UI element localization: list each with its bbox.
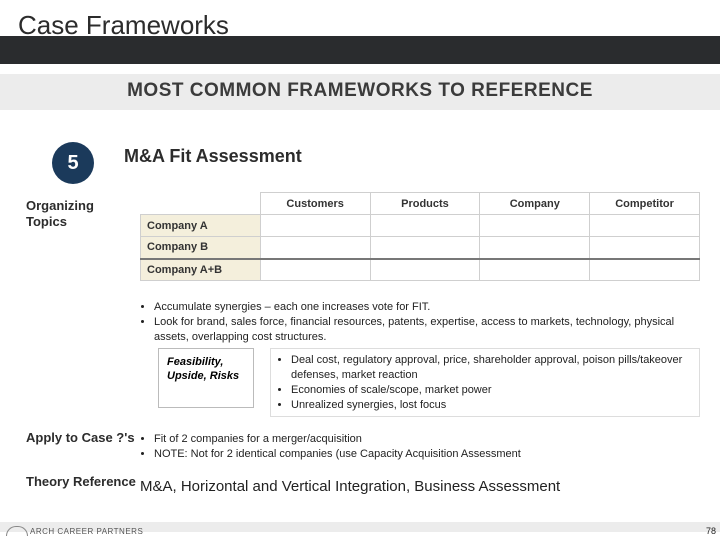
matrix-blank-corner — [141, 193, 261, 215]
logo-text: ARCH CAREER PARTNERS — [30, 527, 143, 536]
feasibility-box: Feasibility, Upside, Risks — [158, 348, 254, 408]
list-item: Unrealized synergies, lost focus — [291, 398, 693, 413]
page-number: 78 — [706, 526, 716, 536]
list-item: Fit of 2 companies for a merger/acquisit… — [154, 432, 700, 447]
row-company-a: Company A — [141, 215, 261, 237]
title-bar: Case Frameworks — [0, 0, 720, 64]
col-products: Products — [370, 193, 480, 215]
list-item: Economies of scale/scope, market power — [291, 383, 693, 398]
list-item: Accumulate synergies – each one increase… — [154, 300, 700, 315]
synergy-bullets: Accumulate synergies – each one increase… — [140, 300, 700, 345]
col-competitor: Competitor — [590, 193, 700, 215]
col-company: Company — [480, 193, 590, 215]
table-row: Company A — [141, 215, 700, 237]
table-header-row: Customers Products Company Competitor — [141, 193, 700, 215]
table-row: Company A+B — [141, 259, 700, 281]
list-item: NOTE: Not for 2 identical companies (use… — [154, 447, 700, 462]
row-company-ab: Company A+B — [141, 259, 261, 281]
apply-bullets: Fit of 2 companies for a merger/acquisit… — [140, 432, 700, 462]
page-title: Case Frameworks — [18, 10, 229, 41]
list-item: Look for brand, sales force, financial r… — [154, 315, 700, 345]
subtitle: MOST COMMON FRAMEWORKS TO REFERENCE — [0, 80, 720, 102]
fit-matrix: Customers Products Company Competitor Co… — [140, 192, 700, 281]
slide: Case Frameworks MOST COMMON FRAMEWORKS T… — [0, 0, 720, 540]
label-organizing-topics: Organizing Topics — [26, 198, 136, 231]
arch-icon — [6, 526, 28, 536]
list-item: Deal cost, regulatory approval, price, s… — [291, 353, 693, 383]
row-company-b: Company B — [141, 237, 261, 259]
label-theory-reference: Theory Reference — [26, 474, 136, 490]
footer-logo: ARCH CAREER PARTNERS — [6, 526, 143, 536]
feasibility-notes: Deal cost, regulatory approval, price, s… — [270, 348, 700, 417]
theory-text: M&A, Horizontal and Vertical Integration… — [140, 478, 700, 495]
label-apply-to-case: Apply to Case ?'s — [26, 430, 136, 446]
col-customers: Customers — [260, 193, 370, 215]
table-row: Company B — [141, 237, 700, 259]
framework-number-badge: 5 — [52, 142, 94, 184]
framework-title: M&A Fit Assessment — [124, 146, 302, 167]
